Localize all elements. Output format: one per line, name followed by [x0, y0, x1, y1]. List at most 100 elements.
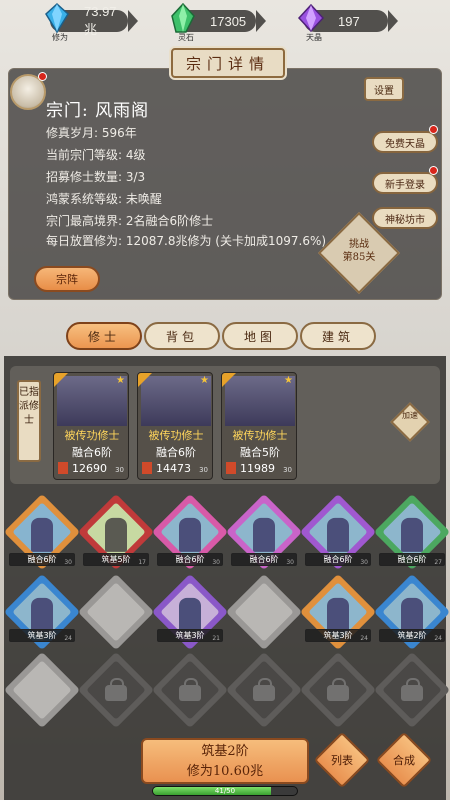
tile-label: 筑基5阶 17: [83, 553, 149, 566]
tile-label: 融合6阶 27: [379, 553, 445, 566]
tile-label: 融合6阶 30: [231, 553, 297, 566]
tile-label: 融合6阶 30: [157, 553, 223, 566]
tile-label: 筑基3阶 24: [9, 629, 75, 642]
tile-label-text: 融合6阶: [323, 555, 353, 564]
tab-backpack[interactable]: 背包: [144, 322, 220, 350]
card-small: 30: [283, 466, 292, 474]
star-icon: ★: [116, 375, 125, 386]
cultivate-level: 筑基2阶: [201, 744, 249, 759]
dispatched-card[interactable]: ★ 被传功修士 融合6阶 12690 30: [53, 372, 129, 480]
challenge-label-2: 第85关: [342, 252, 376, 263]
tile-label-count: 17: [138, 559, 146, 566]
tile-label: 筑基3阶 21: [157, 629, 223, 642]
power-icon: [142, 462, 152, 474]
spirit-stone-caption: 灵石: [178, 33, 194, 42]
tile-label-count: 21: [212, 635, 220, 642]
resource-cultivation[interactable]: 73.97兆 修为: [45, 2, 138, 42]
card-small: 30: [115, 466, 124, 474]
tile-label-text: 筑基2阶: [397, 631, 427, 640]
tile-label-count: 24: [64, 635, 72, 642]
notification-dot-icon: [38, 72, 47, 81]
info-row: 每日放置修为: 12087.8兆修为 (关卡加成1097.6%): [46, 234, 327, 248]
power-icon: [226, 462, 236, 474]
sect-formation-button[interactable]: 宗阵: [34, 266, 100, 292]
card-power: 11989: [240, 462, 275, 475]
tile-label-text: 筑基5阶: [101, 555, 131, 564]
tile-label-count: 30: [212, 559, 220, 566]
heaven-crystal-icon: [297, 3, 325, 33]
card-power: 14473: [156, 462, 191, 475]
free-crystal-button[interactable]: 免费天晶: [372, 131, 438, 153]
tab-map[interactable]: 地图: [222, 322, 298, 350]
heaven-crystal-value: 197: [338, 13, 360, 29]
cultivate-button[interactable]: 筑基2阶 修为10.60兆: [141, 738, 309, 784]
resource-spirit-stone[interactable]: 17305 灵石: [171, 2, 266, 42]
heaven-crystal-caption: 天晶: [306, 33, 322, 42]
tile-label-text: 筑基3阶: [175, 631, 205, 640]
panel-title: 宗门详情: [171, 48, 285, 78]
notification-dot-icon: [429, 166, 438, 175]
card-level: 融合5阶: [240, 446, 280, 459]
tile-label-text: 融合6阶: [249, 555, 279, 564]
info-row: 招募修士数量: 3/3: [46, 170, 146, 184]
tile-label: 筑基3阶 24: [305, 629, 371, 642]
info-row: 当前宗门等级: 4级: [46, 148, 146, 162]
dispatched-card[interactable]: ★ 被传功修士 融合5阶 11989 30: [221, 372, 297, 480]
notification-dot-icon: [429, 125, 438, 134]
card-name: 被传功修士: [64, 429, 120, 442]
card-name: 被传功修士: [232, 429, 288, 442]
tile-label-count: 27: [434, 559, 442, 566]
lock-icon: [327, 678, 349, 701]
lock-icon: [253, 678, 275, 701]
spirit-crystal-icon: [45, 2, 69, 34]
settings-button[interactable]: 设置: [364, 77, 404, 101]
card-level: 融合6阶: [156, 446, 196, 459]
cultivation-caption: 修为: [52, 33, 68, 42]
spirit-stone-value: 17305: [210, 13, 247, 29]
tile-label-count: 30: [286, 559, 294, 566]
lock-icon: [179, 678, 201, 701]
spirit-stone-icon: [171, 2, 195, 33]
dispatched-card[interactable]: ★ 被传功修士 融合6阶 14473 30: [137, 372, 213, 480]
list-label: 列表: [331, 754, 353, 767]
progress-text: 41/50: [214, 787, 236, 795]
card-name: 被传功修士: [148, 429, 204, 442]
star-icon: ★: [200, 375, 209, 386]
resource-heaven-crystal[interactable]: 197 天晶: [297, 3, 398, 42]
cultivate-cost: 修为10.60兆: [186, 764, 264, 779]
merge-label: 合成: [393, 754, 415, 767]
card-power: 12690: [72, 462, 107, 475]
tile-label-count: 24: [360, 635, 368, 642]
speedup-label: 加速: [402, 411, 418, 420]
tile-label-text: 筑基3阶: [27, 631, 57, 640]
power-icon: [58, 462, 68, 474]
tile-label-text: 融合6阶: [175, 555, 205, 564]
tile-label-count: 30: [360, 559, 368, 566]
tile-label: 融合6阶 30: [305, 553, 371, 566]
challenge-label-1: 挑战: [349, 239, 369, 250]
newbie-login-button[interactable]: 新手登录: [372, 172, 438, 194]
tile-label-count: 30: [64, 559, 72, 566]
tab-building[interactable]: 建筑: [300, 322, 376, 350]
info-row: 鸿蒙系统等级: 未唤醒: [46, 192, 162, 206]
info-row: 宗门最高境界: 2名融合6阶修士: [46, 214, 214, 228]
challenge-label: 挑战 第85关: [328, 238, 390, 264]
card-small: 30: [199, 466, 208, 474]
card-level: 融合6阶: [72, 446, 112, 459]
tile-label: 筑基2阶 24: [379, 629, 445, 642]
mystic-market-button[interactable]: 神秘坊市: [372, 207, 438, 229]
cultivation-value: 73.97兆: [84, 4, 117, 37]
lock-icon: [105, 678, 127, 701]
star-icon: ★: [284, 375, 293, 386]
info-row: 修真岁月: 596年: [46, 126, 137, 140]
tab-cultivators[interactable]: 修士: [66, 322, 142, 350]
tile-label: 融合6阶 30: [9, 553, 75, 566]
sect-name: 宗门: 风雨阁: [46, 101, 150, 121]
tile-label-count: 24: [434, 635, 442, 642]
tile-label-text: 融合6阶: [397, 555, 427, 564]
dispatched-label: 已指派修士: [17, 380, 41, 462]
tile-label-text: 融合6阶: [27, 555, 57, 564]
lock-icon: [401, 678, 423, 701]
tile-label-text: 筑基3阶: [323, 631, 353, 640]
resource-bar: 73.97兆 修为 17305 灵石 197 天晶: [0, 0, 450, 44]
